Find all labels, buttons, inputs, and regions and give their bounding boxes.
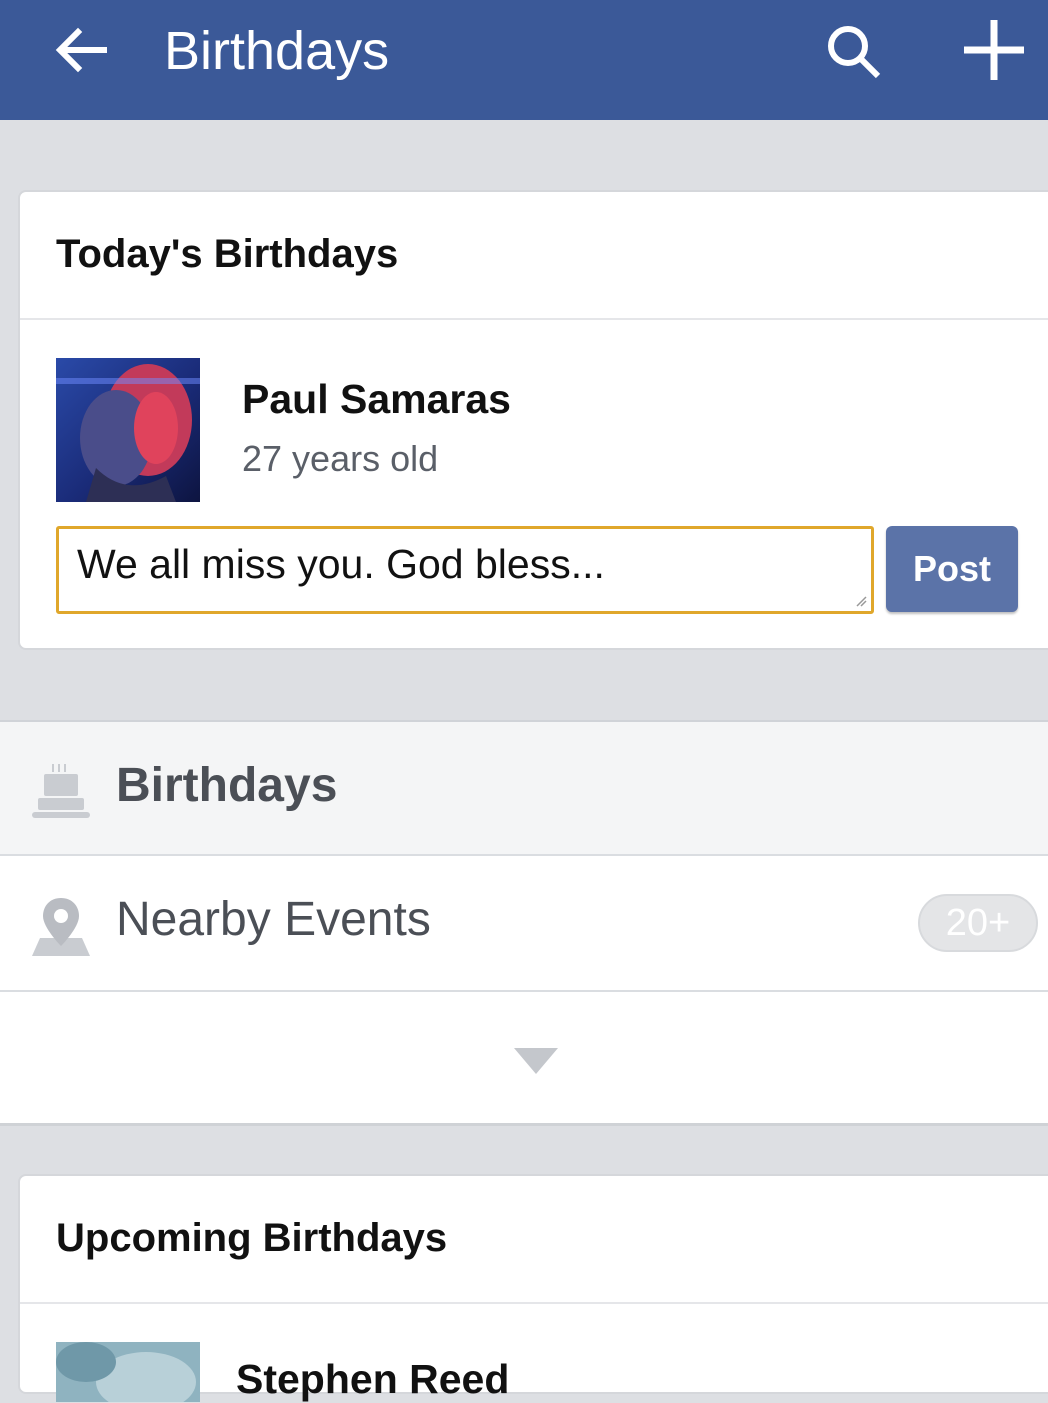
plus-icon[interactable] bbox=[958, 14, 1030, 86]
search-icon[interactable] bbox=[822, 20, 886, 84]
count-badge: 20+ bbox=[918, 894, 1038, 952]
avatar[interactable] bbox=[56, 1342, 200, 1402]
menu-item-birthdays[interactable]: Birthdays bbox=[0, 720, 1048, 856]
map-pin-icon bbox=[32, 898, 90, 956]
person-age: 27 years old bbox=[242, 438, 439, 479]
person-name[interactable]: Paul Samaras bbox=[242, 376, 511, 423]
todays-birthdays-heading: Today's Birthdays bbox=[20, 192, 1048, 320]
app-bar: Birthdays bbox=[0, 0, 1048, 120]
page-title: Birthdays bbox=[164, 21, 390, 81]
upcoming-birthdays-card: Upcoming Birthdays Stephen Reed bbox=[18, 1174, 1048, 1402]
todays-birthdays-card: Today's Birthdays Paul Samaras 27 years … bbox=[18, 190, 1048, 650]
upcoming-birthdays-heading: Upcoming Birthdays bbox=[20, 1176, 1048, 1304]
arrow-left-icon[interactable] bbox=[48, 20, 112, 84]
resize-grip-icon[interactable] bbox=[855, 595, 867, 607]
menu-item-label: Birthdays bbox=[116, 759, 338, 812]
avatar[interactable] bbox=[56, 358, 200, 502]
message-text[interactable]: We all miss you. God bless... bbox=[77, 541, 605, 588]
show-more-row[interactable] bbox=[0, 992, 1048, 1126]
menu-item-label: Nearby Events bbox=[116, 893, 431, 946]
cake-icon bbox=[32, 764, 90, 818]
post-button[interactable]: Post bbox=[886, 526, 1018, 612]
chevron-down-icon[interactable] bbox=[512, 1046, 560, 1076]
birthday-message-input[interactable]: We all miss you. God bless... bbox=[56, 526, 874, 614]
menu-item-nearby-events[interactable]: Nearby Events 20+ bbox=[0, 856, 1048, 992]
person-name[interactable]: Stephen Reed bbox=[236, 1356, 509, 1403]
